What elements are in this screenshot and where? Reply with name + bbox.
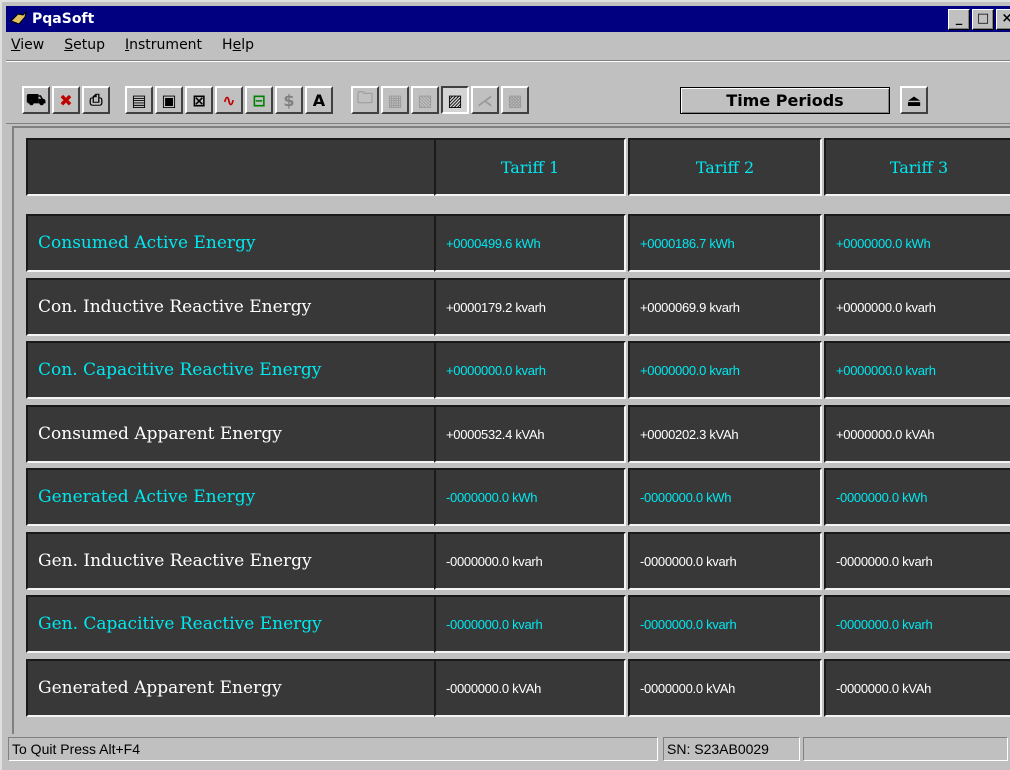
- row-label: Generated Active Energy: [26, 468, 436, 526]
- disconnect-button[interactable]: ✖: [52, 86, 80, 114]
- value-cell-tariff-1: +0000532.4 kVAh: [434, 405, 626, 463]
- status-empty-pane: [803, 737, 1008, 761]
- menu-setup[interactable]: Setup: [61, 35, 108, 57]
- row-label: Con. Inductive Reactive Energy: [26, 278, 436, 336]
- value-cell-tariff-2: +0000186.7 kWh: [628, 214, 822, 272]
- menu-help[interactable]: Help: [219, 35, 257, 57]
- time-periods-button[interactable]: Time Periods: [680, 87, 890, 114]
- value-cell-tariff-2: -0000000.0 kVAh: [628, 659, 822, 717]
- font-icon: A: [312, 90, 326, 110]
- value-cell-tariff-3: +0000000.0 kvarh: [824, 341, 1010, 399]
- trend-button[interactable]: ⋌: [471, 86, 499, 114]
- value-cell-tariff-2: -0000000.0 kvarh: [628, 595, 822, 653]
- value-cell-tariff-3: -0000000.0 kVAh: [824, 659, 1010, 717]
- harmonics-button[interactable]: ⊟: [245, 86, 273, 114]
- status-hint: To Quit Press Alt+F4: [8, 737, 658, 761]
- column-header-tariff-2: Tariff 2: [628, 138, 822, 196]
- energy-table: Tariff 1 Tariff 2 Tariff 3 Consumed Active …: [12, 126, 1010, 734]
- value-cell-tariff-1: -0000000.0 kvarh: [434, 595, 626, 653]
- connect-button[interactable]: ⛟: [22, 86, 50, 114]
- chart-button[interactable]: ⊠: [185, 86, 213, 114]
- document-icon: ▤: [131, 90, 147, 110]
- value-cell-tariff-1: -0000000.0 kVAh: [434, 659, 626, 717]
- value-cell-tariff-3: -0000000.0 kvarh: [824, 595, 1010, 653]
- exit-icon: ⏏: [906, 90, 922, 110]
- menu-instrument[interactable]: Instrument: [122, 35, 205, 57]
- disconnect-icon: ✖: [59, 90, 73, 110]
- value-cell-tariff-3: +0000000.0 kvarh: [824, 278, 1010, 336]
- value-cell-tariff-2: +0000202.3 kVAh: [628, 405, 822, 463]
- row-label: Con. Capacitive Reactive Energy: [26, 341, 436, 399]
- harmonics-icon: ⊟: [252, 90, 266, 110]
- value-cell-tariff-2: -0000000.0 kWh: [628, 468, 822, 526]
- header-corner-cell: [26, 138, 436, 196]
- column-header-tariff-1: Tariff 1: [434, 138, 626, 196]
- print-icon: ⎙: [89, 90, 103, 109]
- value-cell-tariff-1: -0000000.0 kWh: [434, 468, 626, 526]
- trend-icon: ⋌: [477, 90, 493, 110]
- value-cell-tariff-1: +0000499.6 kWh: [434, 214, 626, 272]
- grid-icon: ▦: [387, 90, 403, 110]
- value-cell-tariff-1: +0000179.2 kvarh: [434, 278, 626, 336]
- monitor-icon: ▣: [161, 90, 177, 110]
- report-button[interactable]: ▩: [501, 86, 529, 114]
- value-cell-tariff-3: +0000000.0 kVAh: [824, 405, 1010, 463]
- report-icon: ▩: [507, 90, 523, 110]
- monitor-button[interactable]: ▣: [155, 86, 183, 114]
- title-bar[interactable]: PqaSoft _ □ ×: [6, 6, 1010, 32]
- window-title: PqaSoft: [32, 11, 95, 27]
- app-window: PqaSoft _ □ × View Setup Instrument Help…: [0, 0, 1010, 770]
- column-header-tariff-3: Tariff 3: [824, 138, 1010, 196]
- exit-button[interactable]: ⏏: [900, 86, 928, 114]
- document-button[interactable]: ▤: [125, 86, 153, 114]
- open-folder-icon: 🗀: [356, 87, 373, 107]
- dollar-button[interactable]: $: [275, 86, 303, 114]
- row-label: Gen. Capacitive Reactive Energy: [26, 595, 436, 653]
- app-icon: [10, 10, 28, 27]
- graph-button[interactable]: ▧: [411, 86, 439, 114]
- toolbar: Time Periods ⛟ ✖ ⎙ ▤ ▣ ⊠ ∿ ⊟ $ A 🗀 ▦ ▧ ▨ ⋌ ▩ ⏏: [6, 60, 1010, 124]
- connect-icon: ⛟: [25, 89, 47, 109]
- menu-view[interactable]: View: [8, 35, 47, 57]
- waveform-button[interactable]: ∿: [215, 86, 243, 114]
- close-button[interactable]: ×: [996, 9, 1010, 30]
- status-serial: SN: S23AB0029: [663, 737, 800, 761]
- menu-bar: View Setup Instrument Help: [8, 35, 998, 57]
- graph-icon: ▧: [417, 90, 433, 110]
- value-cell-tariff-3: -0000000.0 kvarh: [824, 532, 1010, 590]
- waveform-icon: ∿: [222, 90, 236, 110]
- value-cell-tariff-2: +0000069.9 kvarh: [628, 278, 822, 336]
- row-label: Consumed Active Energy: [26, 214, 436, 272]
- grid-button[interactable]: ▦: [381, 86, 409, 114]
- row-label: Gen. Inductive Reactive Energy: [26, 532, 436, 590]
- print-button[interactable]: ⎙: [82, 86, 110, 114]
- value-cell-tariff-3: -0000000.0 kWh: [824, 468, 1010, 526]
- value-cell-tariff-3: +0000000.0 kWh: [824, 214, 1010, 272]
- value-cell-tariff-2: +0000000.0 kvarh: [628, 341, 822, 399]
- font-button[interactable]: A: [305, 86, 333, 114]
- chart-icon: ⊠: [192, 90, 206, 110]
- energy-icon: ▨: [447, 90, 463, 110]
- dollar-icon: $: [283, 90, 295, 110]
- row-label: Consumed Apparent Energy: [26, 405, 436, 463]
- maximize-button[interactable]: □: [972, 9, 994, 30]
- open-folder-button[interactable]: 🗀: [351, 86, 379, 114]
- row-label: Generated Apparent Energy: [26, 659, 436, 717]
- energy-button[interactable]: ▨: [441, 86, 469, 114]
- minimize-button[interactable]: _: [948, 9, 970, 30]
- value-cell-tariff-1: -0000000.0 kvarh: [434, 532, 626, 590]
- value-cell-tariff-2: -0000000.0 kvarh: [628, 532, 822, 590]
- value-cell-tariff-1: +0000000.0 kvarh: [434, 341, 626, 399]
